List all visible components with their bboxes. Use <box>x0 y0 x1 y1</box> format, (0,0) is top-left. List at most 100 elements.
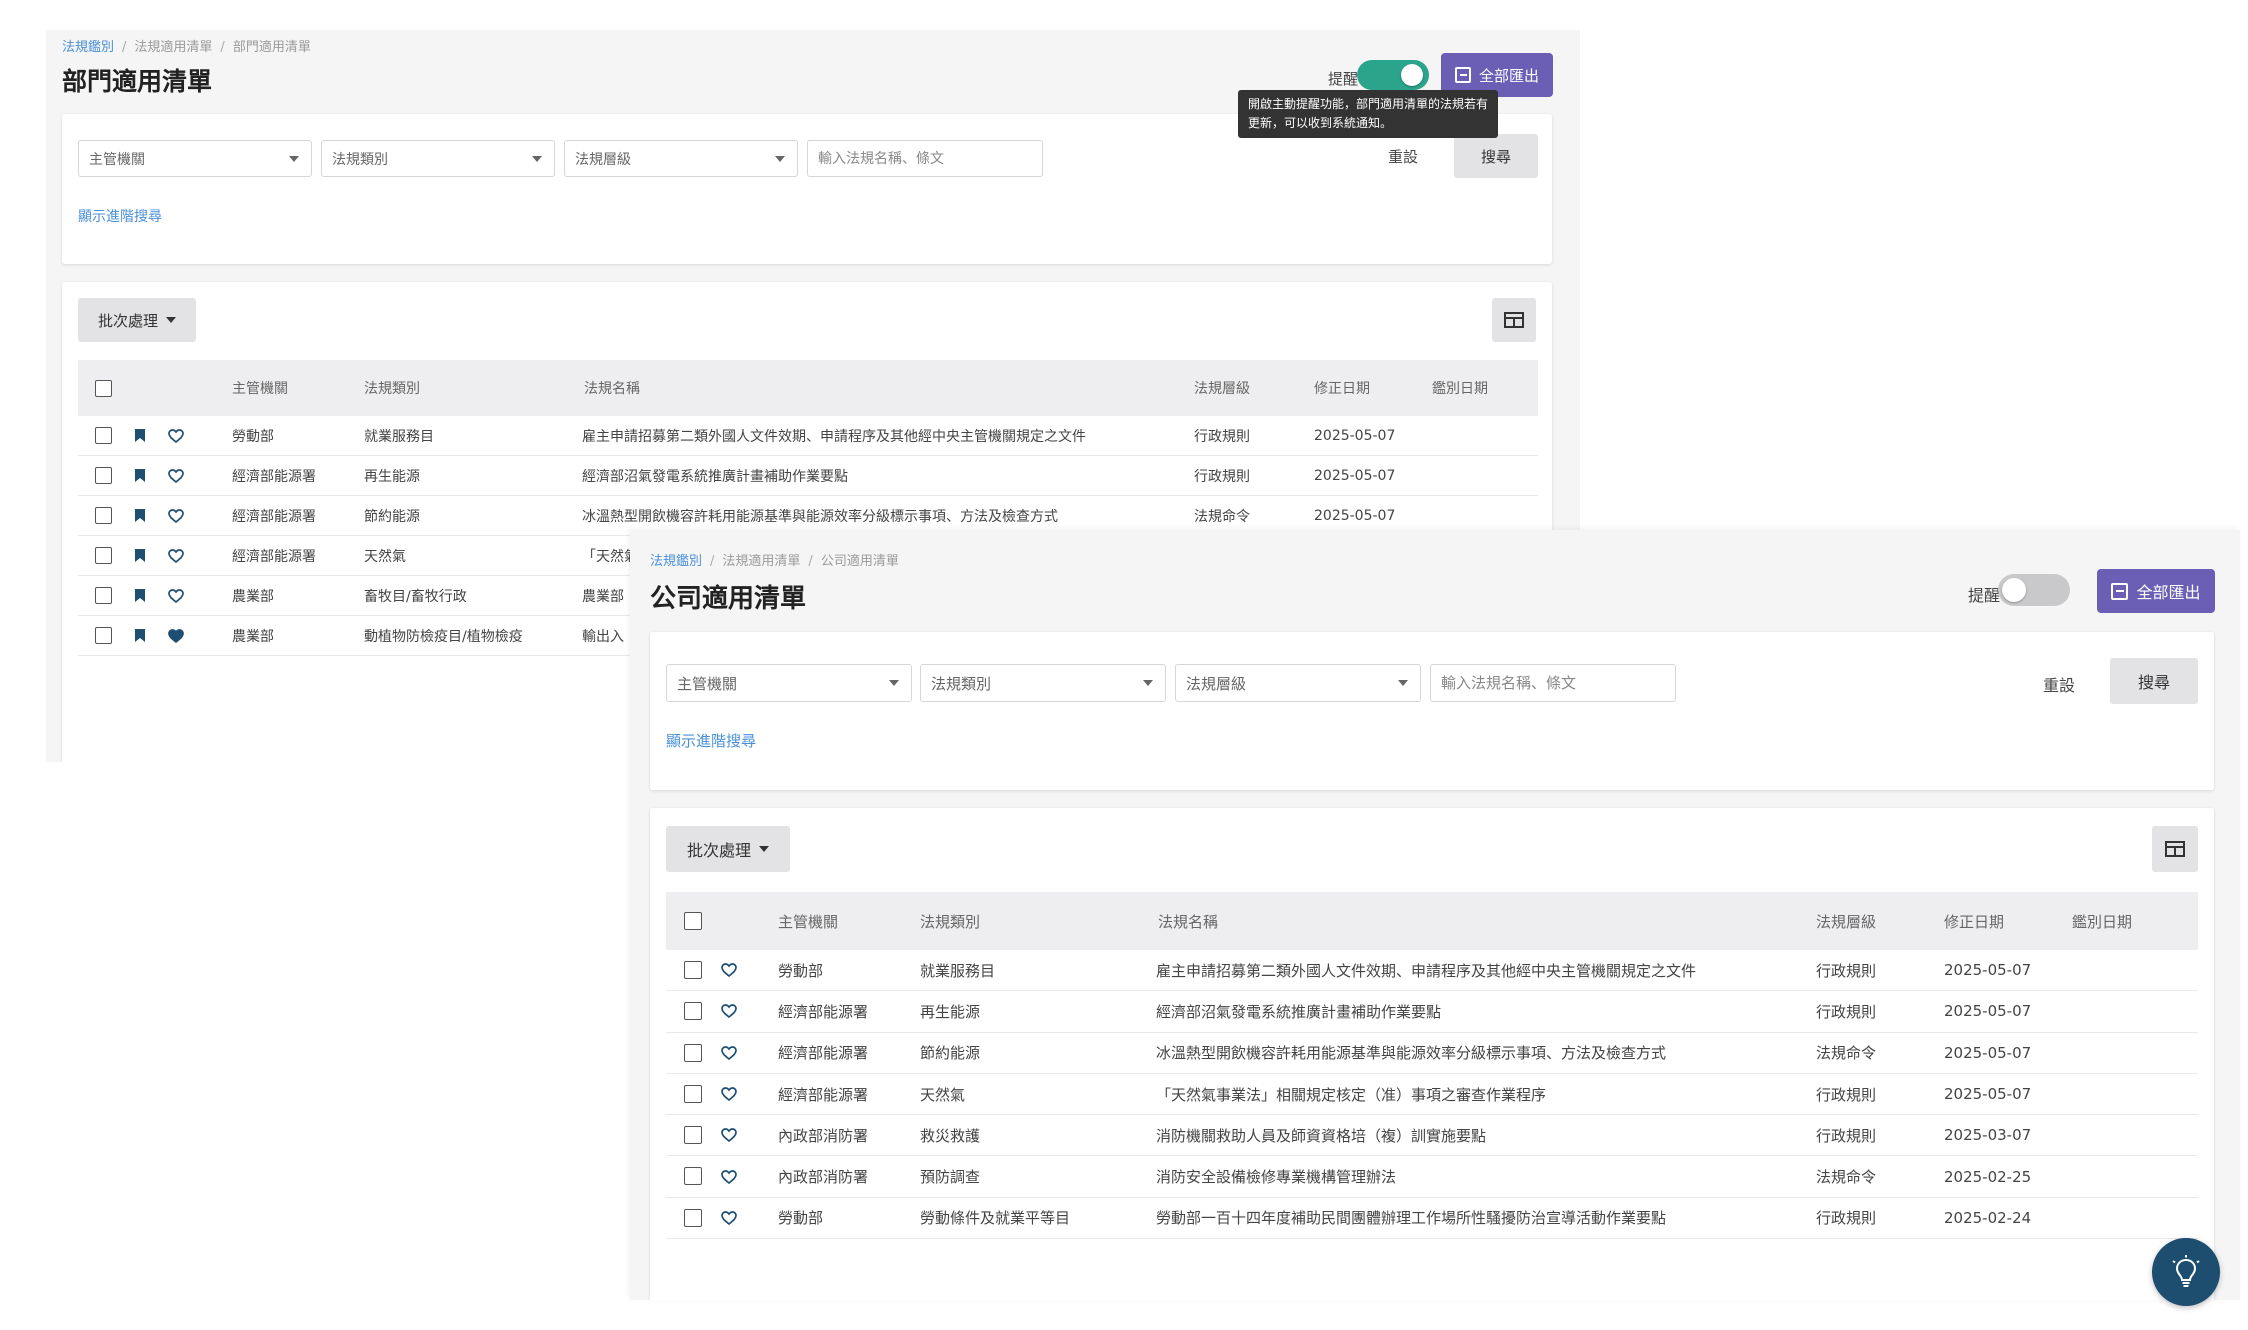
row-checkbox[interactable] <box>684 1084 702 1103</box>
select-all-checkbox[interactable] <box>95 380 112 397</box>
heart-icon[interactable] <box>718 991 740 1031</box>
cell-category: 預防調查 <box>920 1168 981 1187</box>
cell-authority: 經濟部能源署 <box>778 1002 869 1021</box>
advanced-search-link[interactable]: 顯示進階搜尋 <box>78 206 162 226</box>
cell-level: 行政規則 <box>1816 961 1877 980</box>
search-button[interactable]: 搜尋 <box>2110 658 2198 704</box>
breadcrumb-item-applicable-list[interactable]: 法規適用清單 <box>722 554 800 569</box>
heart-icon[interactable] <box>165 416 187 455</box>
reminder-toggle[interactable] <box>1998 574 2070 606</box>
bookmark-icon[interactable] <box>130 496 150 535</box>
row-checkbox[interactable] <box>684 1002 702 1021</box>
cell-revised-date: 2025-05-07 <box>1944 961 2032 980</box>
row-checkbox[interactable] <box>684 961 702 979</box>
column-header-revised[interactable]: 修正日期 <box>1314 360 1370 416</box>
column-header-authority[interactable]: 主管機關 <box>778 892 838 950</box>
heart-icon[interactable] <box>165 496 187 535</box>
row-checkbox[interactable] <box>95 627 112 644</box>
column-settings-button[interactable] <box>2152 826 2198 872</box>
table-row: 勞動部 就業服務目 雇主申請招募第二類外國人文件效期、申請程序及其他經中央主管機關規… <box>78 416 1538 456</box>
bookmark-icon[interactable] <box>130 616 150 655</box>
row-checkbox[interactable] <box>95 547 112 564</box>
keyword-input[interactable] <box>807 140 1043 177</box>
column-header-level[interactable]: 法規層級 <box>1194 360 1250 416</box>
breadcrumb-item-regulation-identification[interactable]: 法規鑑別 <box>62 40 114 55</box>
cell-regulation-name[interactable]: 經濟部沼氣發電系統推廣計畫補助作業要點 <box>582 456 848 495</box>
heart-icon[interactable] <box>718 950 740 990</box>
row-checkbox[interactable] <box>95 427 112 444</box>
column-settings-button[interactable] <box>1492 298 1536 342</box>
row-checkbox[interactable] <box>684 1208 702 1227</box>
cell-category: 再生能源 <box>920 1002 981 1021</box>
heart-filled-icon[interactable] <box>165 616 187 655</box>
search-button[interactable]: 搜尋 <box>1454 134 1538 178</box>
cell-revised-date: 2025-02-24 <box>1944 1208 2032 1227</box>
cell-regulation-name[interactable]: 輸出入 <box>582 616 624 655</box>
cell-level: 行政規則 <box>1816 1126 1877 1145</box>
row-checkbox[interactable] <box>684 1167 702 1186</box>
breadcrumb-item-applicable-list[interactable]: 法規適用清單 <box>134 40 212 55</box>
column-header-identified[interactable]: 鑑別日期 <box>1432 360 1488 416</box>
batch-process-button[interactable]: 批次處理 <box>78 298 196 342</box>
heart-icon[interactable] <box>718 1033 740 1073</box>
column-header-level[interactable]: 法規層級 <box>1816 892 1876 950</box>
reset-button[interactable]: 重設 <box>2043 672 2075 696</box>
category-select[interactable]: 法規類別 <box>920 664 1166 702</box>
bookmark-icon[interactable] <box>130 536 150 575</box>
cell-regulation-name[interactable]: 消防機關救助人員及師資資格培（複）訓實施要點 <box>1156 1115 1486 1155</box>
authority-select[interactable]: 主管機關 <box>78 140 312 177</box>
lightbulb-icon <box>2172 1255 2200 1287</box>
reminder-label: 提醒 <box>1968 586 2001 605</box>
heart-icon[interactable] <box>718 1198 740 1238</box>
category-select[interactable]: 法規類別 <box>321 140 555 177</box>
bookmark-icon[interactable] <box>130 416 150 455</box>
batch-process-label: 批次處理 <box>686 841 751 860</box>
batch-process-button[interactable]: 批次處理 <box>666 826 790 872</box>
cell-regulation-name[interactable]: 「天然氣事業法」相關規定核定（准）事項之審查作業程序 <box>1156 1074 1546 1114</box>
cell-regulation-name[interactable]: 農業部 <box>582 576 624 615</box>
table-row: 勞動部 就業服務目 雇主申請招募第二類外國人文件效期、申請程序及其他經中央主管機關規… <box>666 950 2198 992</box>
select-all-checkbox[interactable] <box>684 912 702 930</box>
advanced-search-link[interactable]: 顯示進階搜尋 <box>666 730 756 751</box>
keyword-input[interactable] <box>1430 664 1676 702</box>
heart-icon[interactable] <box>165 576 187 615</box>
row-checkbox[interactable] <box>95 587 112 604</box>
level-select[interactable]: 法規層級 <box>1175 664 1421 702</box>
heart-icon[interactable] <box>165 536 187 575</box>
column-header-revised[interactable]: 修正日期 <box>1944 892 2004 950</box>
row-checkbox[interactable] <box>684 1043 702 1062</box>
level-select[interactable]: 法規層級 <box>564 140 798 177</box>
breadcrumb-item-current: 公司適用清單 <box>820 554 899 569</box>
column-header-category[interactable]: 法規類別 <box>920 892 980 950</box>
cell-regulation-name[interactable]: 雇主申請招募第二類外國人文件效期、申請程序及其他經中央主管機關規定之文件 <box>1156 950 1696 990</box>
heart-icon[interactable] <box>718 1115 740 1155</box>
breadcrumb-item-regulation-identification[interactable]: 法規鑑別 <box>650 554 702 569</box>
help-fab-button[interactable] <box>2152 1238 2220 1306</box>
breadcrumb: 法規鑑別 / 法規適用清單 / 部門適用清單 <box>62 40 311 55</box>
column-header-category[interactable]: 法規類別 <box>364 360 420 416</box>
column-header-identified[interactable]: 鑑別日期 <box>2072 892 2132 950</box>
caret-down-icon <box>166 317 176 323</box>
row-checkbox[interactable] <box>95 467 112 484</box>
cell-revised-date: 2025-02-25 <box>1944 1167 2032 1186</box>
cell-regulation-name[interactable]: 經濟部沼氣發電系統推廣計畫補助作業要點 <box>1156 991 1441 1031</box>
column-header-name[interactable]: 法規名稱 <box>584 360 640 416</box>
authority-select[interactable]: 主管機關 <box>666 664 912 702</box>
column-header-authority[interactable]: 主管機關 <box>232 360 288 416</box>
row-checkbox[interactable] <box>95 507 112 524</box>
reset-button[interactable]: 重設 <box>1388 146 1418 167</box>
cell-regulation-name[interactable]: 消防安全設備檢修專業機構管理辦法 <box>1156 1156 1396 1196</box>
cell-regulation-name[interactable]: 冰溫熱型開飲機容許耗用能源基準與能源效率分級標示事項、方法及檢查方式 <box>1156 1033 1666 1073</box>
column-header-name[interactable]: 法規名稱 <box>1158 892 1218 950</box>
cell-regulation-name[interactable]: 勞動部一百十四年度補助民間團體辦理工作場所性騷擾防治宣導活動作業要點 <box>1156 1198 1666 1238</box>
heart-icon[interactable] <box>718 1156 740 1196</box>
cell-regulation-name[interactable]: 雇主申請招募第二類外國人文件效期、申請程序及其他經中央主管機關規定之文件 <box>582 416 1086 455</box>
heart-icon[interactable] <box>165 456 187 495</box>
heart-icon[interactable] <box>718 1074 740 1114</box>
row-checkbox[interactable] <box>684 1126 702 1145</box>
bookmark-icon[interactable] <box>130 456 150 495</box>
reminder-toggle[interactable] <box>1357 60 1429 90</box>
bookmark-icon[interactable] <box>130 576 150 615</box>
export-all-button[interactable]: 全部匯出 <box>2097 569 2215 613</box>
cell-category: 救災救護 <box>920 1126 981 1145</box>
